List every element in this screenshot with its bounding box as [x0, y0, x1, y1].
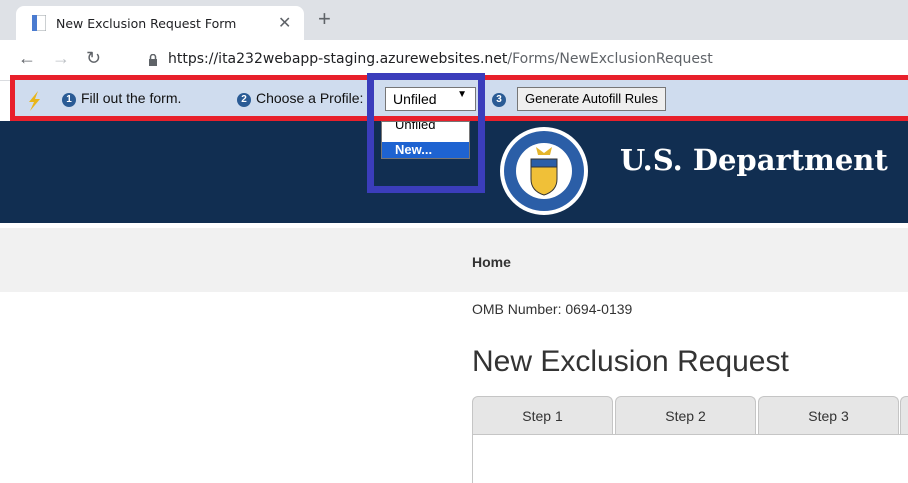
step-content-panel — [472, 434, 908, 483]
tab-step-1[interactable]: Step 1 — [472, 396, 613, 434]
step-number-badge: 2 — [237, 93, 251, 107]
lock-icon — [149, 54, 157, 66]
url-path: /Forms/NewExclusionRequest — [507, 51, 713, 67]
step-two-text: 2 Choose a Profile: — [237, 90, 363, 107]
back-arrow-icon[interactable]: ← — [18, 48, 36, 69]
highlight-box — [367, 73, 485, 193]
url-host: https://ita232webapp-staging.azurewebsit… — [168, 51, 508, 67]
tab-step-4-partial[interactable] — [900, 396, 908, 434]
forward-arrow-icon[interactable]: → — [52, 48, 70, 69]
new-tab-icon[interactable]: + — [318, 6, 331, 32]
step-one-label: Fill out the form. — [81, 90, 182, 106]
reload-icon[interactable]: ↻ — [86, 48, 101, 69]
step-three-text: 3 — [492, 90, 511, 107]
tab-step-3[interactable]: Step 3 — [758, 396, 899, 434]
close-tab-icon[interactable]: ✕ — [278, 13, 291, 33]
step-number-badge: 1 — [62, 93, 76, 107]
browser-tab[interactable]: New Exclusion Request Form ✕ — [16, 6, 304, 40]
step-two-label: Choose a Profile: — [256, 90, 364, 106]
browser-tab-bar: New Exclusion Request Form ✕ + — [0, 0, 908, 40]
tab-step-2[interactable]: Step 2 — [615, 396, 756, 434]
department-title: U.S. Department — [620, 143, 888, 177]
department-seal-logo — [500, 127, 588, 215]
home-link[interactable]: Home — [472, 254, 511, 270]
url-field[interactable]: https://ita232webapp-staging.azurewebsit… — [168, 51, 713, 67]
omb-number: OMB Number: 0694-0139 — [472, 301, 633, 317]
lightning-bolt-icon — [29, 91, 40, 111]
page-title: New Exclusion Request — [472, 345, 789, 378]
step-one-text: 1 Fill out the form. — [62, 90, 181, 107]
document-icon — [32, 15, 46, 31]
generate-autofill-rules-button[interactable]: Generate Autofill Rules — [517, 87, 666, 111]
nav-band — [0, 228, 908, 292]
tab-title: New Exclusion Request Form — [56, 16, 237, 31]
step-number-badge: 3 — [492, 93, 506, 107]
